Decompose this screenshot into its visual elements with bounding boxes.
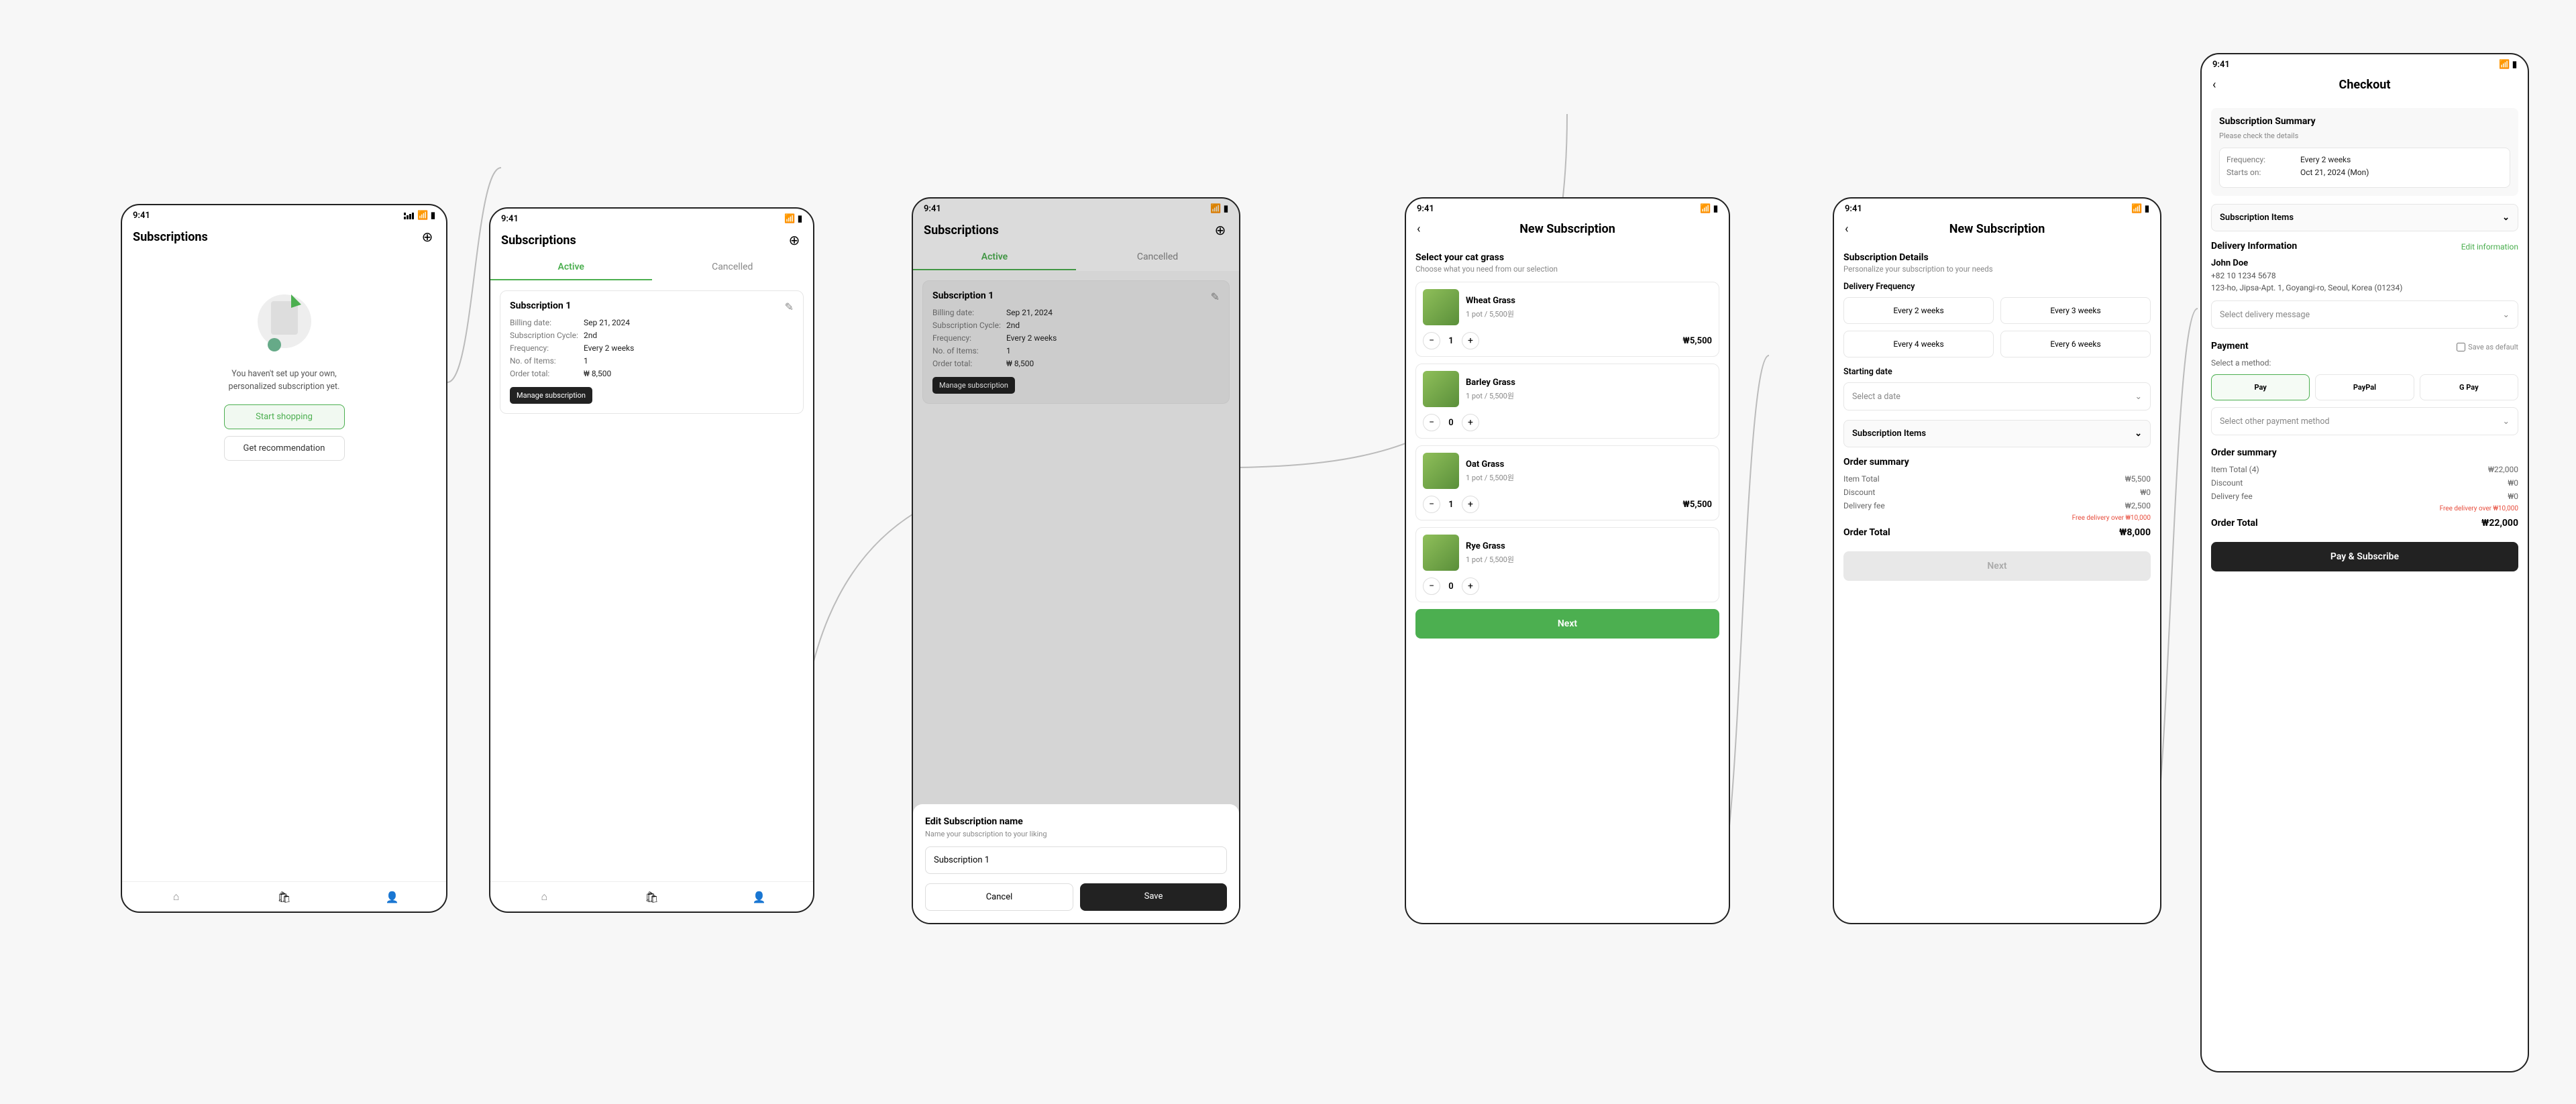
line-total: ₩5,500 [1682,500,1712,510]
free-delivery-note: Free delivery over ₩10,000 [1843,514,2151,522]
qty-minus[interactable]: − [1423,332,1440,349]
qty-value: 0 [1447,582,1455,592]
delivery-name: John Doe [2211,258,2518,268]
frequency-option[interactable]: Every 4 weeks [1843,331,1994,357]
nav-home-icon[interactable]: ⌂ [168,889,184,905]
qty-plus[interactable]: + [1462,414,1479,431]
summary-row: Delivery fee₩0 [2211,492,2518,501]
nav-profile-icon[interactable]: 👤 [751,889,767,905]
pay-subscribe-button[interactable]: Pay & Subscribe [2211,542,2518,571]
product-price: 1 pot / 5,500원 [1466,472,1712,490]
product-card: Oat Grass 1 pot / 5,500원 −1 + ₩5,500 [1415,445,1719,520]
product-price: 1 pot / 5,500원 [1466,390,1712,408]
line-total: ₩5,500 [1682,336,1712,346]
subscription-items-collapse[interactable]: Subscription Items⌄ [1843,420,2151,447]
frequency-option[interactable]: Every 2 weeks [1843,297,1994,324]
save-button[interactable]: Save [1080,883,1227,911]
product-image [1423,453,1459,489]
add-icon[interactable]: ⊕ [419,229,435,245]
page-title: New Subscription [1519,222,1615,236]
qty-plus[interactable]: + [1462,332,1479,349]
time: 9:41 [133,211,150,221]
start-date-label: Starting date [1843,367,2151,377]
date-select[interactable]: Select a date⌄ [1843,382,2151,410]
empty-illustration [251,288,318,355]
edit-information-link[interactable]: Edit information [2461,242,2518,252]
sheet-title: Edit Subscription name [925,816,1227,827]
product-name: Oat Grass [1466,459,1712,470]
qty-value: 1 [1447,500,1455,510]
product-image [1423,289,1459,325]
other-payment-select[interactable]: Select other payment method⌄ [2211,407,2518,435]
section-title: Select your cat grass [1415,252,1719,263]
delivery-address: 123-ho, Jipsa-Apt. 1, Goyangi-ro, Seoul,… [2211,283,2518,292]
chevron-down-icon: ⌄ [2135,429,2142,439]
subscription-card[interactable]: ✎ Subscription 1 Billing date:Sep 21, 20… [500,290,804,414]
qty-value: 0 [1447,418,1455,428]
edit-icon[interactable]: ✎ [785,300,794,313]
subscription-name: Subscription 1 [510,300,794,311]
summary-row: Item Total₩5,500 [1843,474,2151,484]
tab-active[interactable]: Active [490,255,652,280]
start-shopping-button[interactable]: Start shopping [224,404,345,429]
nav-home-icon[interactable]: ⌂ [536,889,552,905]
next-button[interactable]: Next [1415,609,1719,639]
qty-plus[interactable]: + [1462,496,1479,513]
payment-method[interactable]: Pay [2211,374,2310,400]
nav-bag-icon[interactable]: 🛍 [276,889,292,905]
summary-title: Subscription Summary [2219,116,2510,127]
chevron-down-icon: ⌄ [2502,213,2510,223]
summary-row: Discount₩0 [2211,478,2518,488]
nav-profile-icon[interactable]: 👤 [384,889,400,905]
qty-minus[interactable]: − [1423,414,1440,431]
delivery-phone: +82 10 1234 5678 [2211,271,2518,280]
cancel-button[interactable]: Cancel [925,883,1073,911]
rename-sheet: Edit Subscription name Name your subscri… [913,804,1239,923]
product-price: 1 pot / 5,500원 [1466,554,1712,571]
tab-cancelled[interactable]: Cancelled [652,255,814,280]
summary-row: Delivery fee₩2,500 [1843,501,2151,510]
payment-method[interactable]: G Pay [2420,374,2518,400]
product-price: 1 pot / 5,500원 [1466,309,1712,326]
page-title: Subscriptions [501,233,576,247]
product-name: Rye Grass [1466,541,1712,551]
save-default-checkbox[interactable] [2457,343,2465,351]
subscription-items-collapse[interactable]: Subscription Items⌄ [2211,204,2518,231]
delivery-message-select[interactable]: Select delivery message⌄ [2211,300,2518,329]
manage-subscription-button[interactable]: Manage subscription [510,387,592,404]
back-icon[interactable]: ‹ [1417,222,1420,236]
add-icon[interactable]: ⊕ [786,232,802,248]
qty-minus[interactable]: − [1423,496,1440,513]
get-recommendation-button[interactable]: Get recommendation [224,436,345,461]
chevron-down-icon: ⌄ [2503,416,2510,427]
product-image [1423,371,1459,407]
next-button[interactable]: Next [1843,551,2151,581]
frequency-option[interactable]: Every 3 weeks [2000,297,2151,324]
product-name: Barley Grass [1466,378,1712,388]
back-icon[interactable]: ‹ [1845,222,1848,236]
frequency-option[interactable]: Every 6 weeks [2000,331,2151,357]
qty-minus[interactable]: − [1423,577,1440,595]
product-card: Barley Grass 1 pot / 5,500원 −0 + [1415,364,1719,439]
sheet-subtitle: Name your subscription to your liking [925,830,1227,838]
back-icon[interactable]: ‹ [2212,78,2216,92]
summary-row: Discount₩0 [1843,488,2151,497]
nav-bag-icon[interactable]: 🛍 [643,889,659,905]
summary-row: Item Total (4)₩22,000 [2211,465,2518,474]
chevron-down-icon: ⌄ [2503,309,2510,320]
status-icons: 📶 ▮ [404,211,435,221]
product-card: Wheat Grass 1 pot / 5,500원 −1 + ₩5,500 [1415,282,1719,357]
product-name: Wheat Grass [1466,296,1712,306]
subscription-name-input[interactable] [925,846,1227,874]
product-image [1423,535,1459,571]
qty-value: 1 [1447,336,1455,346]
product-card: Rye Grass 1 pot / 5,500원 −0 + [1415,527,1719,602]
frequency-label: Delivery Frequency [1843,282,2151,292]
payment-method[interactable]: PayPal [2315,374,2414,400]
page-title: Subscriptions [133,230,208,244]
qty-plus[interactable]: + [1462,577,1479,595]
chevron-down-icon: ⌄ [2135,391,2142,402]
section-subtitle: Choose what you need from our selection [1415,264,1719,274]
